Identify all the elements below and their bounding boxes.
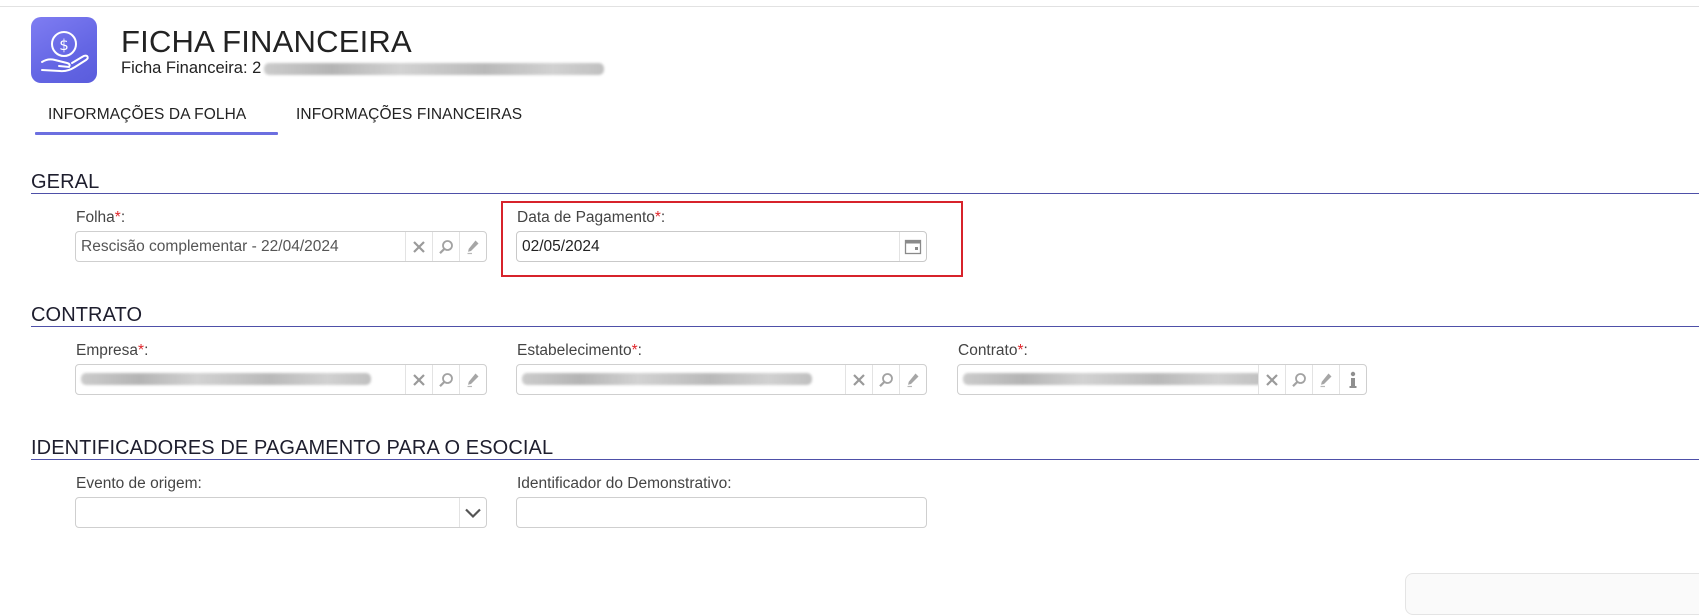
- contrato-label: Contrato*:: [958, 342, 1028, 359]
- chevron-down-icon[interactable]: [459, 498, 486, 527]
- identificador-demonstrativo-input[interactable]: [516, 497, 927, 528]
- page-subtitle: Ficha Financeira: 2: [121, 59, 605, 78]
- pencil-icon[interactable]: [459, 365, 486, 394]
- folha-label: Folha*:: [76, 209, 126, 226]
- magnifier-icon[interactable]: [432, 365, 459, 394]
- subtitle-value-prefix: 2: [252, 59, 262, 77]
- section-title-contrato: CONTRATO: [31, 304, 143, 326]
- top-divider: [0, 6, 1699, 7]
- magnifier-icon[interactable]: [1285, 365, 1312, 394]
- clear-x-icon[interactable]: [1258, 365, 1285, 394]
- magnifier-icon[interactable]: [872, 365, 899, 394]
- folha-value: Rescisão complementar - 22/04/2024: [81, 237, 339, 255]
- tab-informacoes-financeiras[interactable]: INFORMAÇÕES FINANCEIRAS: [296, 106, 522, 124]
- pencil-icon[interactable]: [899, 365, 926, 394]
- data-pagamento-label: Data de Pagamento*:: [517, 209, 666, 226]
- redacted-employee-name: [264, 62, 605, 75]
- contrato-value-redacted: [958, 371, 1258, 389]
- info-icon[interactable]: [1339, 365, 1366, 394]
- hand-dollar-icon: $: [31, 17, 97, 83]
- page-title: FICHA FINANCEIRA: [121, 24, 412, 59]
- subtitle-label: Ficha Financeira:: [121, 59, 248, 77]
- floating-panel-edge: [1405, 573, 1699, 615]
- magnifier-icon[interactable]: [432, 232, 459, 261]
- clear-x-icon[interactable]: [845, 365, 872, 394]
- active-tab-indicator: [35, 132, 278, 135]
- tab-informacoes-da-folha[interactable]: INFORMAÇÕES DA FOLHA: [48, 106, 246, 124]
- empresa-value-redacted: [76, 371, 405, 389]
- section-title-esocial: IDENTIFICADORES DE PAGAMENTO PARA O ESOC…: [31, 437, 554, 459]
- evento-origem-select[interactable]: [75, 497, 487, 528]
- evento-origem-label: Evento de origem:: [76, 475, 202, 492]
- section-divider-contrato: [31, 326, 1699, 327]
- section-divider-geral: [31, 193, 1699, 194]
- folha-field: Rescisão complementar - 22/04/2024: [75, 231, 487, 262]
- data-pagamento-field[interactable]: 02/05/2024: [516, 231, 927, 262]
- identificador-demonstrativo-label: Identificador do Demonstrativo:: [517, 475, 732, 492]
- pencil-icon[interactable]: [459, 232, 486, 261]
- clear-x-icon[interactable]: [405, 232, 432, 261]
- estabelecimento-value-redacted: [517, 371, 845, 389]
- estabelecimento-label: Estabelecimento*:: [517, 342, 642, 359]
- pencil-icon[interactable]: [1312, 365, 1339, 394]
- empresa-field: [75, 364, 487, 395]
- estabelecimento-field: [516, 364, 927, 395]
- svg-text:$: $: [59, 36, 69, 54]
- clear-x-icon[interactable]: [405, 365, 432, 394]
- section-divider-esocial: [31, 459, 1699, 460]
- empresa-label: Empresa*:: [76, 342, 149, 359]
- data-pagamento-value[interactable]: 02/05/2024: [517, 238, 899, 256]
- section-title-geral: GERAL: [31, 171, 100, 193]
- contrato-field: [957, 364, 1367, 395]
- calendar-icon[interactable]: [899, 232, 926, 261]
